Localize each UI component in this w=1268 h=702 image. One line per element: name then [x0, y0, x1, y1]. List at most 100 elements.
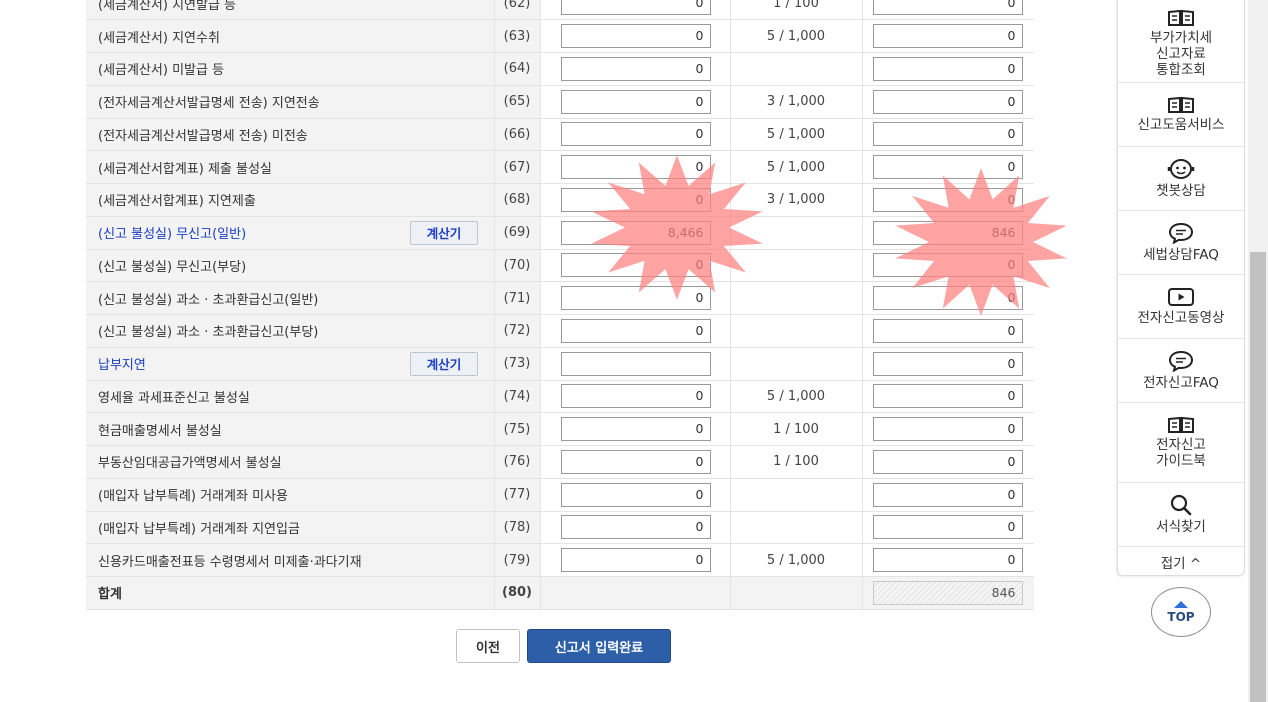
tax-amount-input[interactable]: 0 — [872, 417, 1023, 442]
tax-amount-input[interactable]: 0 — [872, 253, 1023, 278]
tax-amount-input[interactable]: 0 — [872, 384, 1023, 409]
amount-input[interactable] — [560, 351, 711, 376]
sidebar-collapse-button[interactable]: 접기 ^ — [1118, 547, 1244, 577]
arrow-up-icon — [1174, 600, 1188, 608]
tax-amount-cell: 0 — [862, 380, 1034, 414]
tax-rate: 1 / 100 — [730, 445, 863, 479]
amount-cell: 0 — [540, 183, 731, 217]
amount-input[interactable]: 0 — [560, 187, 711, 212]
tax-amount-cell: 0 — [862, 150, 1034, 184]
amount-input[interactable]: 0 — [560, 89, 711, 114]
item-label: (세금계산서) 미발급 등 — [98, 63, 225, 79]
sidebar-item-e-filing-video[interactable]: 전자신고동영상 — [1118, 275, 1244, 339]
tax-amount-input[interactable]: 0 — [872, 351, 1023, 376]
item-label[interactable]: (신고 불성실) 무신고(일반) — [98, 227, 246, 242]
tax-amount-cell: 0 — [862, 52, 1034, 86]
amount-cell: 0 — [540, 543, 731, 577]
item-code: (62) — [494, 0, 541, 21]
amount-input[interactable]: 0 — [560, 515, 711, 540]
book-icon — [1168, 96, 1194, 113]
amount-input[interactable]: 0 — [560, 24, 711, 49]
item-label: (세금계산서합계표) 지연제출 — [98, 194, 256, 210]
top-button-label: TOP — [1167, 609, 1195, 624]
table-row: (신고 불성실) 무신고(부당) (70) 0 0 — [86, 249, 1034, 283]
item-label: (신고 불성실) 과소 · 초과환급신고(부당) — [98, 325, 319, 341]
amount-input[interactable]: 0 — [560, 449, 711, 474]
amount-input[interactable]: 0 — [560, 0, 711, 16]
amount-input[interactable]: 0 — [560, 318, 711, 343]
amount-cell: 0 — [540, 150, 731, 184]
item-code: (79) — [494, 543, 541, 577]
tax-amount-input[interactable]: 0 — [872, 0, 1023, 16]
sidebar-item-guidebook[interactable]: 전자신고 가이드북 — [1118, 403, 1244, 483]
amount-cell: 0 — [540, 314, 731, 348]
scrollbar-thumb[interactable] — [1250, 252, 1266, 702]
tax-amount-cell: 0 — [862, 281, 1034, 315]
sidebar-item-form-search[interactable]: 서식찾기 — [1118, 483, 1244, 547]
submit-report-button[interactable]: 신고서 입력완료 — [527, 629, 671, 663]
item-label: (세금계산서) 지연발급 등 — [98, 0, 237, 13]
sidebar-item-chatbot[interactable]: 챗봇상담 — [1118, 147, 1244, 211]
tax-amount-input[interactable]: 0 — [872, 318, 1023, 343]
scroll-to-top-button[interactable]: TOP — [1151, 587, 1211, 637]
total-row: 합계 (80) 846 — [86, 576, 1034, 610]
amount-input[interactable]: 0 — [560, 286, 711, 311]
sidebar-item-label: 부가가치세 신고자료 통합조회 — [1149, 30, 1213, 78]
table-row: (세금계산서) 미발급 등 (64) 0 0 — [86, 52, 1034, 86]
item-label-cell: (매입자 납부특례) 거래계좌 미사용 — [86, 478, 495, 512]
sidebar-item-help-service[interactable]: 신고도움서비스 — [1118, 83, 1244, 147]
sidebar-item-label: 전자신고동영상 — [1137, 310, 1225, 326]
quick-menu-sidebar: 부가가치세 신고자료 통합조회 신고도움서비스 챗봇상담 세법상담FAQ 전자신… — [1117, 0, 1245, 576]
tax-amount-input[interactable]: 0 — [872, 515, 1023, 540]
book-icon — [1168, 9, 1194, 26]
tax-amount-cell: 0 — [862, 19, 1034, 53]
item-label: 부동산임대공급가액명세서 불성실 — [98, 456, 282, 472]
sidebar-item-e-filing-faq[interactable]: 전자신고FAQ — [1118, 339, 1244, 403]
amount-input[interactable]: 8,466 — [560, 220, 711, 245]
table-row: (매입자 납부특례) 거래계좌 미사용 (77) 0 0 — [86, 478, 1034, 512]
amount-input[interactable]: 0 — [560, 122, 711, 147]
amount-input[interactable]: 0 — [560, 155, 711, 180]
sidebar-item-label: 전자신고 가이드북 — [1156, 437, 1206, 469]
sidebar-item-tax-faq[interactable]: 세법상담FAQ — [1118, 211, 1244, 275]
amount-input[interactable]: 0 — [560, 384, 711, 409]
tax-amount-input[interactable]: 0 — [872, 56, 1023, 81]
tax-amount-input[interactable]: 0 — [872, 89, 1023, 114]
table-row: 납부지연 계산기 (73) 0 — [86, 347, 1034, 381]
tax-amount-cell: 0 — [862, 118, 1034, 152]
amount-input[interactable]: 0 — [560, 482, 711, 507]
tax-amount-cell: 0 — [862, 412, 1034, 446]
tax-amount-input[interactable]: 0 — [872, 24, 1023, 49]
tax-amount-input[interactable]: 0 — [872, 122, 1023, 147]
amount-input[interactable]: 0 — [560, 417, 711, 442]
item-label-cell: 신용카드매출전표등 수령명세서 미제출·과다기재 — [86, 543, 495, 577]
item-label-cell: (세금계산서) 미발급 등 — [86, 52, 495, 86]
tax-amount-cell: 0 — [862, 543, 1034, 577]
amount-input[interactable]: 0 — [560, 548, 711, 573]
item-label[interactable]: 납부지연 — [98, 358, 146, 373]
calculator-button[interactable]: 계산기 — [410, 351, 478, 376]
tax-amount-input[interactable]: 0 — [872, 155, 1023, 180]
amount-input[interactable]: 0 — [560, 56, 711, 81]
tax-amount-input[interactable]: 0 — [872, 286, 1023, 311]
tax-amount-input[interactable]: 846 — [872, 220, 1023, 245]
amount-cell: 0 — [540, 412, 731, 446]
item-label: 영세율 과세표준신고 불성실 — [98, 390, 250, 406]
tax-amount-input[interactable]: 0 — [872, 449, 1023, 474]
sidebar-item-integrated-lookup[interactable]: 부가가치세 신고자료 통합조회 — [1118, 0, 1244, 83]
table-row: 영세율 과세표준신고 불성실 (74) 0 5 / 1,000 0 — [86, 380, 1034, 414]
table-row: (세금계산서합계표) 제출 불성실 (67) 0 5 / 1,000 0 — [86, 150, 1034, 184]
tax-amount-input[interactable]: 0 — [872, 187, 1023, 212]
sidebar-item-label: 세법상담FAQ — [1143, 247, 1219, 263]
prev-button[interactable]: 이전 — [456, 629, 520, 663]
item-label: (전자세금계산서발급명세 전송) 미전송 — [98, 128, 308, 144]
calculator-button[interactable]: 계산기 — [410, 220, 478, 245]
amount-input[interactable]: 0 — [560, 253, 711, 278]
total-cell: 846 — [862, 576, 1034, 610]
tax-amount-input[interactable]: 0 — [872, 548, 1023, 573]
tax-amount-input[interactable]: 0 — [872, 482, 1023, 507]
item-code: (67) — [494, 150, 541, 184]
speech-bubble-icon — [1168, 350, 1194, 372]
item-label-cell: 부동산임대공급가액명세서 불성실 — [86, 445, 495, 479]
tax-rate — [730, 216, 863, 250]
